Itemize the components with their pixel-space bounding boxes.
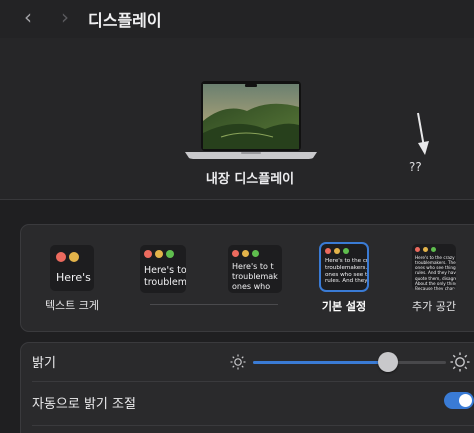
- text-size-thumbnail: Here's to t troublemak ones who: [228, 245, 282, 293]
- chevron-right-icon[interactable]: ›: [55, 6, 75, 28]
- separator: [150, 304, 278, 305]
- text-size-option-larger[interactable]: Here's 텍스트 크게: [41, 245, 103, 312]
- row-divider: [32, 381, 474, 382]
- sample-text: Here's to the crazy one troublemakers. T…: [415, 255, 456, 290]
- text-size-option-3[interactable]: Here's to t troublemak ones who: [227, 245, 283, 293]
- window-minimize-dot: [69, 252, 79, 262]
- brightness-panel: 밝기 자동으로 밝기 조절: [20, 342, 474, 433]
- unknown-display-label: ??: [409, 160, 422, 174]
- page-title: 디스플레이: [88, 11, 162, 30]
- row-divider: [32, 425, 474, 426]
- brightness-label: 밝기: [32, 356, 56, 371]
- auto-brightness-toggle[interactable]: [444, 392, 474, 409]
- sun-small-icon: [230, 354, 246, 370]
- laptop-display-image[interactable]: [185, 81, 317, 159]
- brightness-slider-knob[interactable]: [378, 352, 399, 372]
- option-label: 텍스트 크게: [44, 299, 100, 312]
- sample-text: Here's: [56, 271, 91, 284]
- display-arrangement-area: 내장 디스플레이 ??: [0, 38, 474, 200]
- window-close-dot: [56, 252, 66, 262]
- text-size-thumbnail: Here's to the crazy one troublemakers. T…: [412, 244, 456, 290]
- text-size-panel: Here's 텍스트 크게 Here's to troublem Here's …: [20, 224, 474, 332]
- sun-large-icon: [450, 352, 470, 372]
- brightness-slider[interactable]: [253, 352, 446, 372]
- text-size-thumbnail-selected: Here's to the cr troublemakers. ones who…: [321, 244, 367, 290]
- text-size-option-more-space[interactable]: Here's to the crazy one troublemakers. T…: [399, 244, 469, 313]
- display-name: 내장 디스플레이: [205, 172, 295, 187]
- sample-text: Here's to t troublemak ones who: [232, 262, 278, 291]
- auto-brightness-label: 자동으로 밝기 조절: [32, 397, 136, 412]
- brightness-slider-fill: [253, 361, 389, 364]
- arrow-down-icon: [417, 112, 429, 155]
- option-label-selected: 기본 설정: [321, 300, 367, 313]
- sample-text: Here's to the cr troublemakers. ones who…: [325, 258, 367, 285]
- text-size-thumbnail: Here's to troublem: [140, 245, 186, 293]
- sample-text: Here's to troublem: [144, 265, 186, 288]
- text-size-option-2[interactable]: Here's to troublem: [139, 245, 187, 293]
- chevron-left-icon[interactable]: ‹: [18, 6, 38, 28]
- toolbar: ‹ › 디스플레이: [0, 0, 474, 38]
- option-label: 추가 공간: [412, 300, 456, 313]
- text-size-option-default[interactable]: Here's to the cr troublemakers. ones who…: [309, 244, 379, 313]
- toggle-knob: [459, 394, 472, 407]
- text-size-thumbnail: Here's: [50, 245, 94, 291]
